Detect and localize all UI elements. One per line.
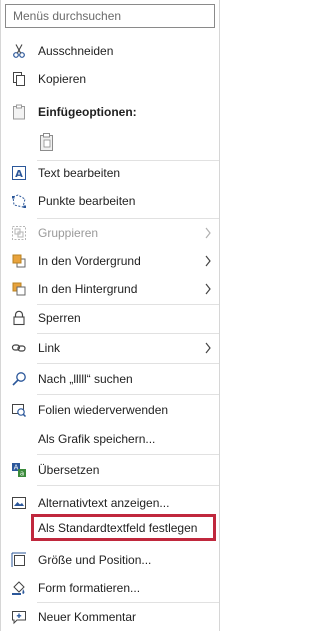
separator <box>37 454 219 455</box>
chevron-right-icon <box>201 254 215 268</box>
lock-icon <box>11 310 27 326</box>
svg-text:a: a <box>20 470 24 478</box>
edit-points-icon <box>11 193 27 209</box>
menu-item-size-position[interactable]: Größe und Position... <box>1 546 221 574</box>
group-icon <box>11 225 27 241</box>
context-menu: Ausschneiden Kopieren Einfügeoptionen: <box>0 0 220 631</box>
menu-item-label: Gruppieren <box>38 226 99 240</box>
paste-keep-icon[interactable] <box>37 131 57 153</box>
format-shape-icon <box>11 580 27 596</box>
clipboard-icon <box>11 104 27 120</box>
menu-item-label: Nach „lllll“ suchen <box>38 372 133 386</box>
menu-item-label: Ausschneiden <box>38 44 114 58</box>
menu-item-label: Größe und Position... <box>38 553 152 567</box>
menu-item-edit-points[interactable]: Punkte bearbeiten <box>1 187 221 215</box>
menu-item-copy[interactable]: Kopieren <box>1 65 221 93</box>
menu-item-send-to-back[interactable]: In den Hintergrund <box>1 275 221 303</box>
send-backward-icon <box>11 281 27 297</box>
menu-item-label: Link <box>38 341 61 355</box>
menu-item-lock[interactable]: Sperren <box>1 304 221 332</box>
menu-item-reuse-slides[interactable]: Folien wiederverwenden <box>1 396 221 424</box>
menu-item-label: Alternativtext anzeigen... <box>38 496 170 510</box>
menu-item-label: Kopieren <box>38 72 87 86</box>
menu-item-link[interactable]: Link <box>1 334 221 362</box>
separator <box>37 485 219 486</box>
menu-item-label: Als Grafik speichern... <box>38 432 156 446</box>
new-comment-icon <box>11 609 27 625</box>
menu-item-alt-text[interactable]: Alternativtext anzeigen... <box>1 489 221 517</box>
bring-forward-icon <box>11 253 27 269</box>
menu-item-label: Form formatieren... <box>38 581 141 595</box>
separator <box>37 394 219 395</box>
menu-item-edit-text[interactable]: A Text bearbeiten <box>1 159 221 187</box>
menu-item-label: Als Standardtextfeld festlegen <box>38 521 198 535</box>
menu-item-set-default-textbox[interactable]: Als Standardtextfeld festlegen <box>1 514 221 542</box>
reuse-slides-icon <box>11 402 27 418</box>
menu-item-cut[interactable]: Ausschneiden <box>1 37 221 65</box>
svg-text:A: A <box>15 169 23 180</box>
scissors-icon <box>11 43 27 59</box>
menu-search <box>5 4 215 28</box>
menu-item-format-shape[interactable]: Form formatieren... <box>1 574 221 602</box>
svg-text:A: A <box>14 464 19 472</box>
menu-item-search-for[interactable]: Nach „lllll“ suchen <box>1 365 221 393</box>
separator <box>37 363 219 364</box>
menu-item-new-comment[interactable]: Neuer Kommentar <box>1 603 221 631</box>
alt-text-icon <box>11 495 27 511</box>
chevron-right-icon <box>201 282 215 296</box>
menu-item-label: Neuer Kommentar <box>38 610 137 624</box>
menu-item-label: Punkte bearbeiten <box>38 194 136 208</box>
copy-icon <box>11 71 27 87</box>
search-icon <box>11 371 27 387</box>
translate-icon: A a <box>11 462 27 478</box>
link-icon <box>11 340 27 356</box>
menu-item-label: In den Vordergrund <box>38 254 141 268</box>
menu-item-label: In den Hintergrund <box>38 282 138 296</box>
menu-item-group[interactable]: Gruppieren <box>1 219 221 247</box>
menu-item-label: Text bearbeiten <box>38 166 121 180</box>
size-position-icon <box>11 552 27 568</box>
search-input[interactable] <box>5 4 215 28</box>
chevron-right-icon <box>201 226 215 240</box>
menu-item-translate[interactable]: A a Übersetzen <box>1 456 221 484</box>
chevron-right-icon <box>201 341 215 355</box>
menu-item-label: Folien wiederverwenden <box>38 403 169 417</box>
paste-options-header: Einfügeoptionen: <box>1 98 221 126</box>
menu-item-bring-to-front[interactable]: In den Vordergrund <box>1 247 221 275</box>
paste-options-label: Einfügeoptionen: <box>38 105 137 119</box>
menu-item-save-as-picture[interactable]: Als Grafik speichern... <box>1 425 221 453</box>
menu-item-label: Übersetzen <box>38 463 100 477</box>
text-box-icon: A <box>11 165 27 181</box>
menu-item-label: Sperren <box>38 311 81 325</box>
